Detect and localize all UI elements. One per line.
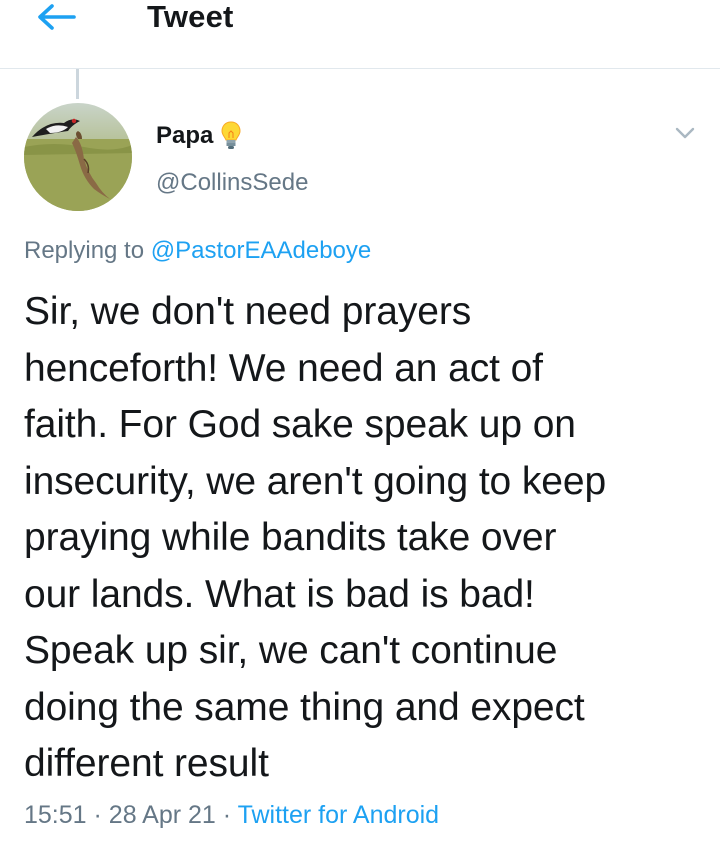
reply-context: Replying to @PastorEAAdeboye xyxy=(24,236,371,266)
avatar[interactable] xyxy=(24,103,132,211)
back-arrow-icon xyxy=(38,4,76,30)
tweet-time: 15:51 xyxy=(24,801,87,829)
meta-separator: · xyxy=(93,801,102,829)
meta-separator: · xyxy=(222,801,232,829)
tweet-meta: 15:51 · 28 Apr 21 · Twitter for Android xyxy=(24,798,439,832)
tweet-menu-button[interactable] xyxy=(668,116,702,150)
back-button[interactable] xyxy=(30,0,80,36)
author-name[interactable]: Papa xyxy=(156,120,243,152)
tweet-source-link[interactable]: Twitter for Android xyxy=(238,801,439,829)
thread-connector-line xyxy=(76,69,79,99)
chevron-down-icon xyxy=(675,127,695,139)
page-title: Tweet xyxy=(147,0,234,34)
avatar-photo-icon xyxy=(24,103,132,211)
tweet-date: 28 Apr 21 xyxy=(108,801,216,829)
author-handle[interactable]: @CollinsSede xyxy=(156,168,308,198)
author-display-name: Papa xyxy=(156,122,214,149)
lightbulb-icon xyxy=(221,121,241,149)
top-bar: Tweet xyxy=(0,0,720,69)
reply-prefix: Replying to xyxy=(24,237,145,264)
reply-mention-link[interactable]: @PastorEAAdeboye xyxy=(151,237,372,264)
tweet-text: Sir, we don't need prayers henceforth! W… xyxy=(24,290,607,785)
